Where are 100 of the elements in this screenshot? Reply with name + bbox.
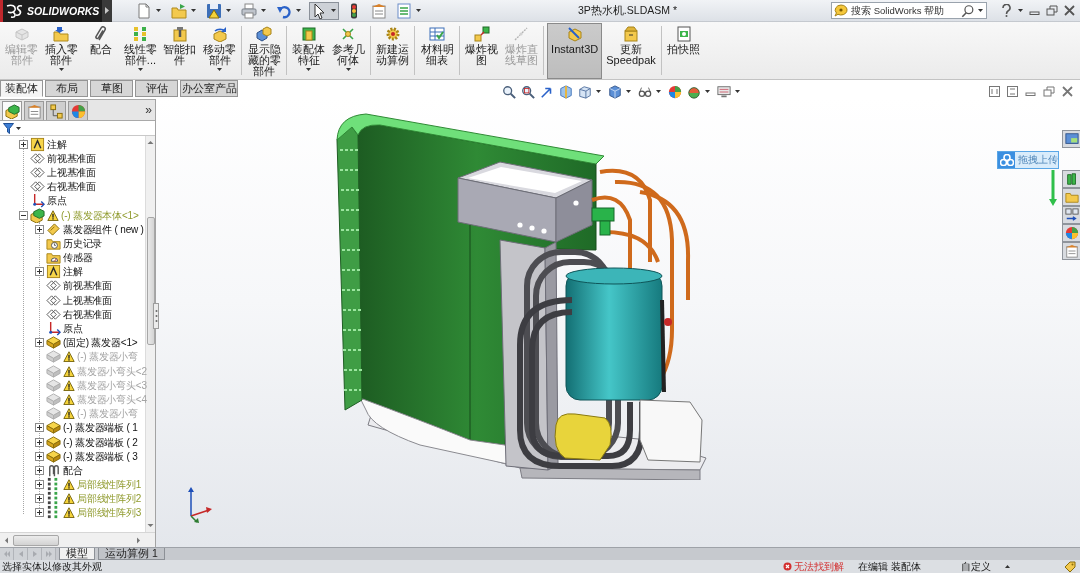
scroll-down-icon[interactable] <box>146 521 155 530</box>
display-style-button[interactable] <box>607 84 634 99</box>
expand-icon[interactable] <box>35 480 44 490</box>
zoom-to-area-button[interactable] <box>520 84 536 99</box>
ribbon-tab[interactable]: 评估 <box>135 80 178 97</box>
expand-icon[interactable] <box>35 437 44 447</box>
ribbon-button[interactable]: 显示隐藏的零部件 <box>245 23 283 79</box>
ribbon-button[interactable]: 插入零部件 <box>42 23 81 79</box>
task-pane-tab[interactable] <box>1062 206 1080 224</box>
scroll-up-icon[interactable] <box>146 138 155 147</box>
apply-scene-button[interactable] <box>686 84 713 99</box>
search-field[interactable]: 搜索 SolidWorks 帮助 <box>831 2 987 19</box>
task-pane-tab[interactable] <box>1062 130 1080 148</box>
model-tab[interactable]: 运动算例 1 <box>98 548 165 560</box>
close-icon[interactable] <box>1062 86 1073 97</box>
tree-item[interactable]: (固定) 蒸发器<1> <box>63 336 138 350</box>
expand-icon[interactable] <box>35 224 44 234</box>
scroll-right-icon[interactable] <box>134 535 143 545</box>
panel-tab[interactable] <box>46 101 66 120</box>
file-properties-button[interactable] <box>369 1 389 20</box>
menu-toggle-button[interactable] <box>102 0 112 22</box>
tile-horizontal-icon[interactable] <box>989 86 1000 97</box>
ribbon-button[interactable]: 参考几何体 <box>329 23 367 79</box>
close-icon[interactable] <box>1064 5 1075 16</box>
ribbon-button[interactable]: 配合 <box>82 23 120 79</box>
tree-item[interactable]: 蒸发器组件 ( new ) <box>63 222 144 236</box>
ribbon-button[interactable]: 新建运动算例 <box>373 23 412 79</box>
help-icon[interactable] <box>1001 4 1012 17</box>
ribbon-button[interactable]: 爆炸视图 <box>463 23 501 79</box>
collapse-icon[interactable] <box>19 210 28 220</box>
tree-item[interactable]: 前视基准面 <box>47 151 96 165</box>
tree-item[interactable]: 注解 <box>47 137 67 151</box>
ribbon-tab[interactable]: 装配体 <box>0 80 43 97</box>
ribbon-button[interactable]: 装配体特征 <box>289 23 328 79</box>
tree-item[interactable]: 注解 <box>63 265 83 279</box>
tree-item[interactable]: 历史记录 <box>63 236 103 250</box>
task-pane-tab[interactable] <box>1062 242 1080 260</box>
upload-badge[interactable]: 拖拽上传 <box>997 151 1059 169</box>
ribbon-button[interactable]: 拍快照 <box>664 23 703 79</box>
unit-system-status[interactable]: 自定义 <box>961 559 991 573</box>
search-icon[interactable] <box>961 3 975 18</box>
restore-icon[interactable] <box>1043 86 1055 97</box>
horizontal-scrollbar[interactable] <box>0 532 155 547</box>
options-button[interactable] <box>394 1 424 20</box>
filter-button[interactable] <box>3 122 21 134</box>
save-button[interactable] <box>204 1 234 20</box>
view-settings-button[interactable] <box>716 84 743 99</box>
tree-item[interactable]: 右视基准面 <box>63 307 112 321</box>
expand-icon[interactable] <box>35 508 44 518</box>
expand-icon[interactable] <box>35 338 44 348</box>
zoom-to-fit-button[interactable] <box>501 84 517 99</box>
print-button[interactable] <box>239 1 269 20</box>
tree-item[interactable]: (-) 蒸发器端板 ( 2 <box>63 435 138 449</box>
ribbon-button[interactable]: 更新Speedpak <box>604 23 658 79</box>
expand-icon[interactable] <box>35 267 44 277</box>
restore-icon[interactable] <box>1046 5 1058 16</box>
tree-item[interactable]: 上视基准面 <box>47 165 96 179</box>
panel-tab[interactable] <box>2 101 22 120</box>
expand-icon[interactable] <box>35 451 44 461</box>
ribbon-button[interactable]: 材料明细表 <box>418 23 456 79</box>
open-button[interactable] <box>169 1 199 20</box>
caret-icon[interactable] <box>1005 565 1010 568</box>
panel-collapse-handle[interactable] <box>153 303 159 329</box>
ribbon-button[interactable]: 移动零部件 <box>200 23 239 79</box>
tree-item[interactable]: 原点 <box>63 322 83 336</box>
tree-item[interactable]: (-) 蒸发器端板 ( 3 <box>63 449 138 463</box>
tile-vertical-icon[interactable] <box>1007 86 1018 97</box>
task-pane-tab[interactable] <box>1062 224 1080 242</box>
expand-icon[interactable] <box>35 423 44 433</box>
section-view-button[interactable] <box>558 84 574 99</box>
tree-item[interactable]: 上视基准面 <box>63 293 112 307</box>
select-button[interactable] <box>309 1 339 20</box>
vertical-scrollbar[interactable] <box>145 136 155 532</box>
ribbon-tab[interactable]: 布局 <box>45 80 88 97</box>
ribbon-button[interactable]: 智能扣件 <box>161 23 199 79</box>
scroll-left-icon[interactable] <box>2 535 11 545</box>
scrollbar-thumb[interactable] <box>13 534 59 546</box>
ribbon-button[interactable]: 线性零部件... <box>121 23 160 79</box>
rebuild-error-status[interactable]: 无法找到解 <box>794 559 845 573</box>
tree-item[interactable]: 前视基准面 <box>63 279 112 293</box>
view-orientation-button[interactable] <box>577 84 604 99</box>
edit-appearance-button[interactable] <box>667 84 683 99</box>
tree-item[interactable]: 配合 <box>63 463 83 477</box>
tree-item[interactable]: (-) 蒸发器端板 ( 1 <box>63 421 138 435</box>
tree-item[interactable]: 传感器 <box>63 251 93 265</box>
clipboard-icon <box>371 2 387 19</box>
expand-icon[interactable] <box>35 494 44 504</box>
tree-item[interactable]: 原点 <box>47 194 67 208</box>
ribbon-tab[interactable]: 草图 <box>90 80 133 97</box>
tree-item[interactable]: 右视基准面 <box>47 180 96 194</box>
task-pane-tab[interactable] <box>1062 170 1080 188</box>
ribbon-tab[interactable]: 办公室产品 <box>180 80 238 97</box>
ribbon-button[interactable]: Instant3D <box>547 23 603 79</box>
panel-tab[interactable] <box>68 101 88 120</box>
more-button[interactable]: » <box>145 103 152 117</box>
model-tab[interactable]: 模型 <box>59 548 95 560</box>
expand-icon[interactable] <box>19 139 28 149</box>
scrollbar-thumb[interactable] <box>146 217 155 345</box>
expand-icon[interactable] <box>35 465 44 475</box>
tag-icon[interactable] <box>1064 561 1076 572</box>
